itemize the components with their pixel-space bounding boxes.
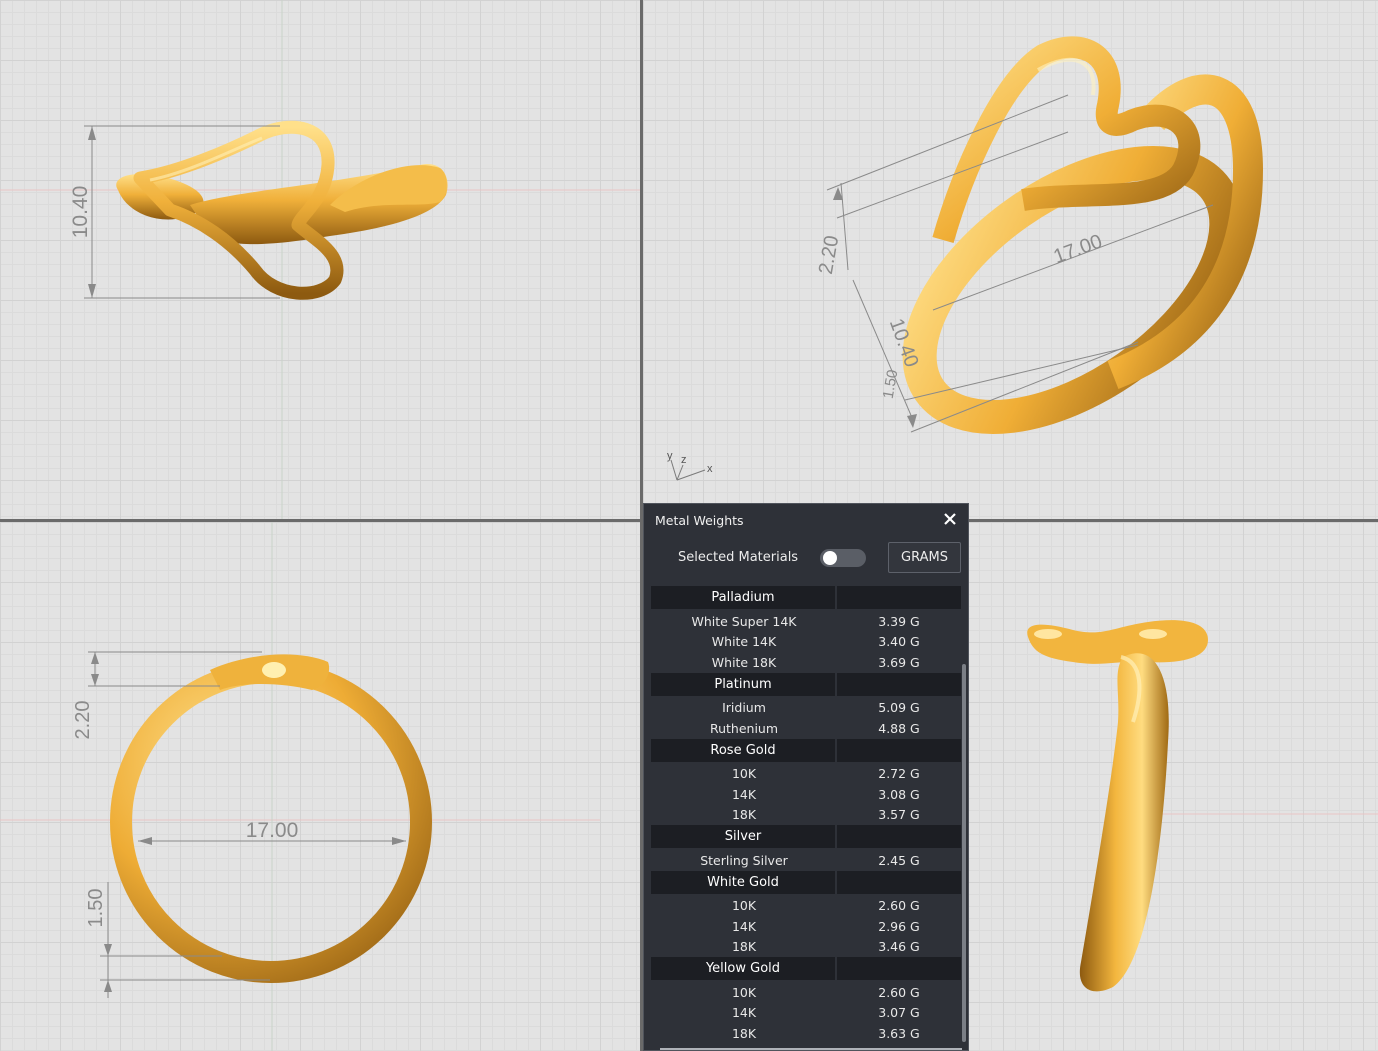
- group-name: Rose Gold: [651, 738, 835, 762]
- viewport-perspective[interactable]: 2.20 17.00 10.40 1.50 y z x: [643, 0, 1378, 519]
- metal-name: 14K: [731, 1005, 757, 1021]
- table-row[interactable]: Ruthenium 4.88 G: [651, 718, 961, 739]
- front-height-label: 10.40: [69, 186, 92, 239]
- top-view-scene: 2.20 17.00 1.50: [0, 522, 600, 1051]
- perspective-dim-bottom: 1.50: [880, 368, 902, 400]
- close-icon: [944, 513, 956, 525]
- group-name: Yellow Gold: [651, 957, 835, 980]
- table-row[interactable]: White 18K 3.69 G: [651, 652, 961, 673]
- table-row[interactable]: Sterling Silver 2.45 G: [651, 850, 961, 871]
- units-button[interactable]: GRAMS: [888, 542, 961, 573]
- table-row[interactable]: 18K 3.63 G: [651, 1023, 961, 1044]
- group-header-palladium: Palladium: [651, 586, 961, 609]
- table-row[interactable]: 14K 3.08 G: [651, 784, 961, 805]
- perspective-dim-width: 17.00: [1051, 230, 1106, 268]
- group-header-white-gold: White Gold: [651, 870, 961, 894]
- metal-weight: 2.72 G: [878, 766, 920, 782]
- top-dim-bottom: 1.50: [85, 889, 107, 928]
- ring-side-model: [1027, 620, 1208, 992]
- viewport-top[interactable]: 2.20 17.00 1.50: [0, 522, 640, 1051]
- group-header-silver: Silver: [651, 825, 961, 848]
- metal-weight: 5.09 G: [878, 700, 920, 716]
- panel-title: Metal Weights: [655, 513, 744, 528]
- metal-name: 14K: [731, 918, 757, 934]
- metal-weight: 4.88 G: [878, 720, 920, 736]
- front-view-scene: 10.40: [0, 0, 640, 519]
- viewport-front[interactable]: 10.40: [0, 0, 640, 519]
- group-header-platinum: Platinum: [651, 672, 961, 696]
- metal-name: Ruthenium: [709, 720, 779, 736]
- metal-weight: 2.45 G: [878, 852, 920, 868]
- close-button[interactable]: [940, 509, 960, 529]
- panel-bottom-edge: [660, 1048, 962, 1050]
- axis-x-label: x: [707, 463, 713, 475]
- group-name: Palladium: [651, 586, 835, 609]
- metal-weight: 3.57 G: [878, 807, 920, 823]
- selected-materials-label: Selected Materials: [678, 550, 799, 565]
- metal-name: White 18K: [711, 654, 777, 670]
- metal-weights-table: Palladium White Super 14K 3.39 G White 1…: [651, 586, 961, 1044]
- metal-weight: 3.63 G: [878, 1025, 920, 1041]
- table-row[interactable]: White 14K 3.40 G: [651, 632, 961, 653]
- metal-name: Sterling Silver: [700, 852, 788, 868]
- metal-name: White Super 14K: [691, 613, 797, 629]
- group-header-yellow-gold: Yellow Gold: [651, 957, 961, 980]
- panel-scrollbar[interactable]: [962, 664, 966, 1042]
- top-dim-inner: 17.00: [246, 819, 299, 842]
- axis-z-label: z: [681, 454, 687, 466]
- ring-top-model: [110, 654, 432, 983]
- metal-weight: 3.08 G: [878, 786, 920, 802]
- metal-name: 10K: [731, 766, 757, 782]
- metal-weight: 2.60 G: [878, 898, 920, 914]
- axis-triad: y z x: [667, 450, 713, 481]
- table-row[interactable]: 18K 3.57 G: [651, 805, 961, 826]
- group-name: Silver: [651, 825, 835, 848]
- metal-weight: 2.96 G: [878, 918, 920, 934]
- metal-weight: 3.07 G: [878, 1005, 920, 1021]
- table-row[interactable]: White Super 14K 3.39 G: [651, 611, 961, 632]
- metal-weight: 3.40 G: [878, 634, 920, 650]
- table-row[interactable]: 10K 2.60 G: [651, 982, 961, 1003]
- selected-materials-toggle[interactable]: [820, 549, 866, 567]
- table-row[interactable]: 14K 2.96 G: [651, 916, 961, 937]
- table-row[interactable]: 14K 3.07 G: [651, 1003, 961, 1024]
- group-header-rose-gold: Rose Gold: [651, 738, 961, 762]
- perspective-view-scene: 2.20 17.00 10.40 1.50 y z x: [667, 36, 1264, 481]
- metal-name: 18K: [731, 1025, 757, 1041]
- metal-name: White 14K: [711, 634, 777, 650]
- metal-name: 10K: [731, 898, 757, 914]
- metal-name: Iridium: [722, 700, 766, 716]
- table-row[interactable]: 10K 2.72 G: [651, 764, 961, 785]
- perspective-dim-top: 2.20: [815, 234, 843, 276]
- metal-weight: 3.39 G: [878, 613, 920, 629]
- metal-name: 10K: [731, 984, 757, 1000]
- top-dim-top: 2.20: [72, 701, 94, 740]
- axis-y-label: y: [667, 450, 673, 462]
- table-row[interactable]: Iridium 5.09 G: [651, 698, 961, 719]
- toggle-knob: [823, 551, 837, 565]
- group-name: Platinum: [651, 672, 835, 696]
- table-row[interactable]: 18K 3.46 G: [651, 937, 961, 958]
- metal-name: 14K: [731, 786, 757, 802]
- metal-weights-panel: Metal Weights Selected Materials GRAMS P…: [643, 503, 969, 1051]
- metal-name: 18K: [731, 939, 757, 955]
- metal-weight: 3.46 G: [878, 939, 920, 955]
- group-name: White Gold: [651, 870, 835, 894]
- metal-weight: 3.69 G: [878, 654, 920, 670]
- metal-weight: 2.60 G: [878, 984, 920, 1000]
- table-row[interactable]: 10K 2.60 G: [651, 896, 961, 917]
- metal-name: 18K: [731, 807, 757, 823]
